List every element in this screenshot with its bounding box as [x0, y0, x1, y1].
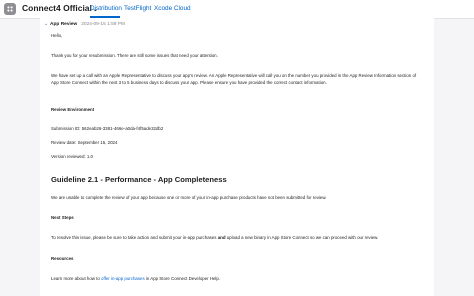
- top-navigation-bar: Connect4 Official⌄ Distribution TestFlig…: [0, 0, 474, 19]
- offer-in-app-purchases-link[interactable]: offer in-app purchases: [101, 276, 145, 281]
- message-paragraph: Thank you for your resubmission. There a…: [51, 53, 218, 58]
- call-paragraph-line-2: App Store Connect within the next 3 to 5…: [51, 80, 327, 85]
- message-date: 2024-09-15 1:59 PM: [81, 22, 125, 27]
- message-sender: App Review: [50, 22, 78, 27]
- greeting-text: Hello,: [51, 33, 63, 38]
- resources-text-part: Learn more about how to: [51, 276, 102, 281]
- submission-id: Submission ID: 562eab26-3381-466e-a0da-f…: [51, 126, 164, 131]
- app-grid-icon: [7, 6, 13, 12]
- tab-testflight[interactable]: TestFlight: [124, 5, 151, 12]
- version-reviewed: Version reviewed: 1.0: [51, 154, 93, 159]
- tab-distribution[interactable]: Distribution: [90, 5, 122, 12]
- resources-text: Learn more about how to offer in-app pur…: [51, 276, 220, 283]
- tab-xcode-cloud[interactable]: Xcode Cloud: [154, 5, 191, 12]
- guideline-title: Guideline 2.1 - Performance - App Comple…: [51, 175, 227, 184]
- message-header[interactable]: ⌄ App Review 2024-09-15 1:59 PM: [44, 22, 125, 27]
- next-steps-emphasis: and: [217, 235, 226, 240]
- app-icon[interactable]: [4, 3, 16, 15]
- call-paragraph-line-1: We have set up a call with an Apple Repr…: [51, 73, 417, 78]
- message-card: [40, 18, 434, 296]
- next-steps-heading: Next Steps: [51, 215, 74, 220]
- app-switcher[interactable]: Connect4 Official⌄: [22, 3, 98, 13]
- next-steps-text: To resolve this issue, please be sure to…: [51, 235, 378, 242]
- next-steps-text-part: upload a new binary in App Store Connect…: [225, 235, 379, 240]
- next-steps-text-part: To resolve this issue, please be sure to…: [51, 235, 218, 240]
- resources-heading: Resources: [51, 256, 74, 261]
- review-date: Review date: September 15, 2024: [51, 140, 118, 145]
- app-title: Connect4 Official: [22, 3, 92, 13]
- guideline-body: We are unable to complete the review of …: [51, 195, 327, 200]
- resources-text-part: in App Store Connect Developer Help.: [144, 276, 221, 281]
- review-environment-heading: Review Environment: [51, 107, 95, 112]
- chevron-down-icon[interactable]: ⌄: [44, 22, 48, 27]
